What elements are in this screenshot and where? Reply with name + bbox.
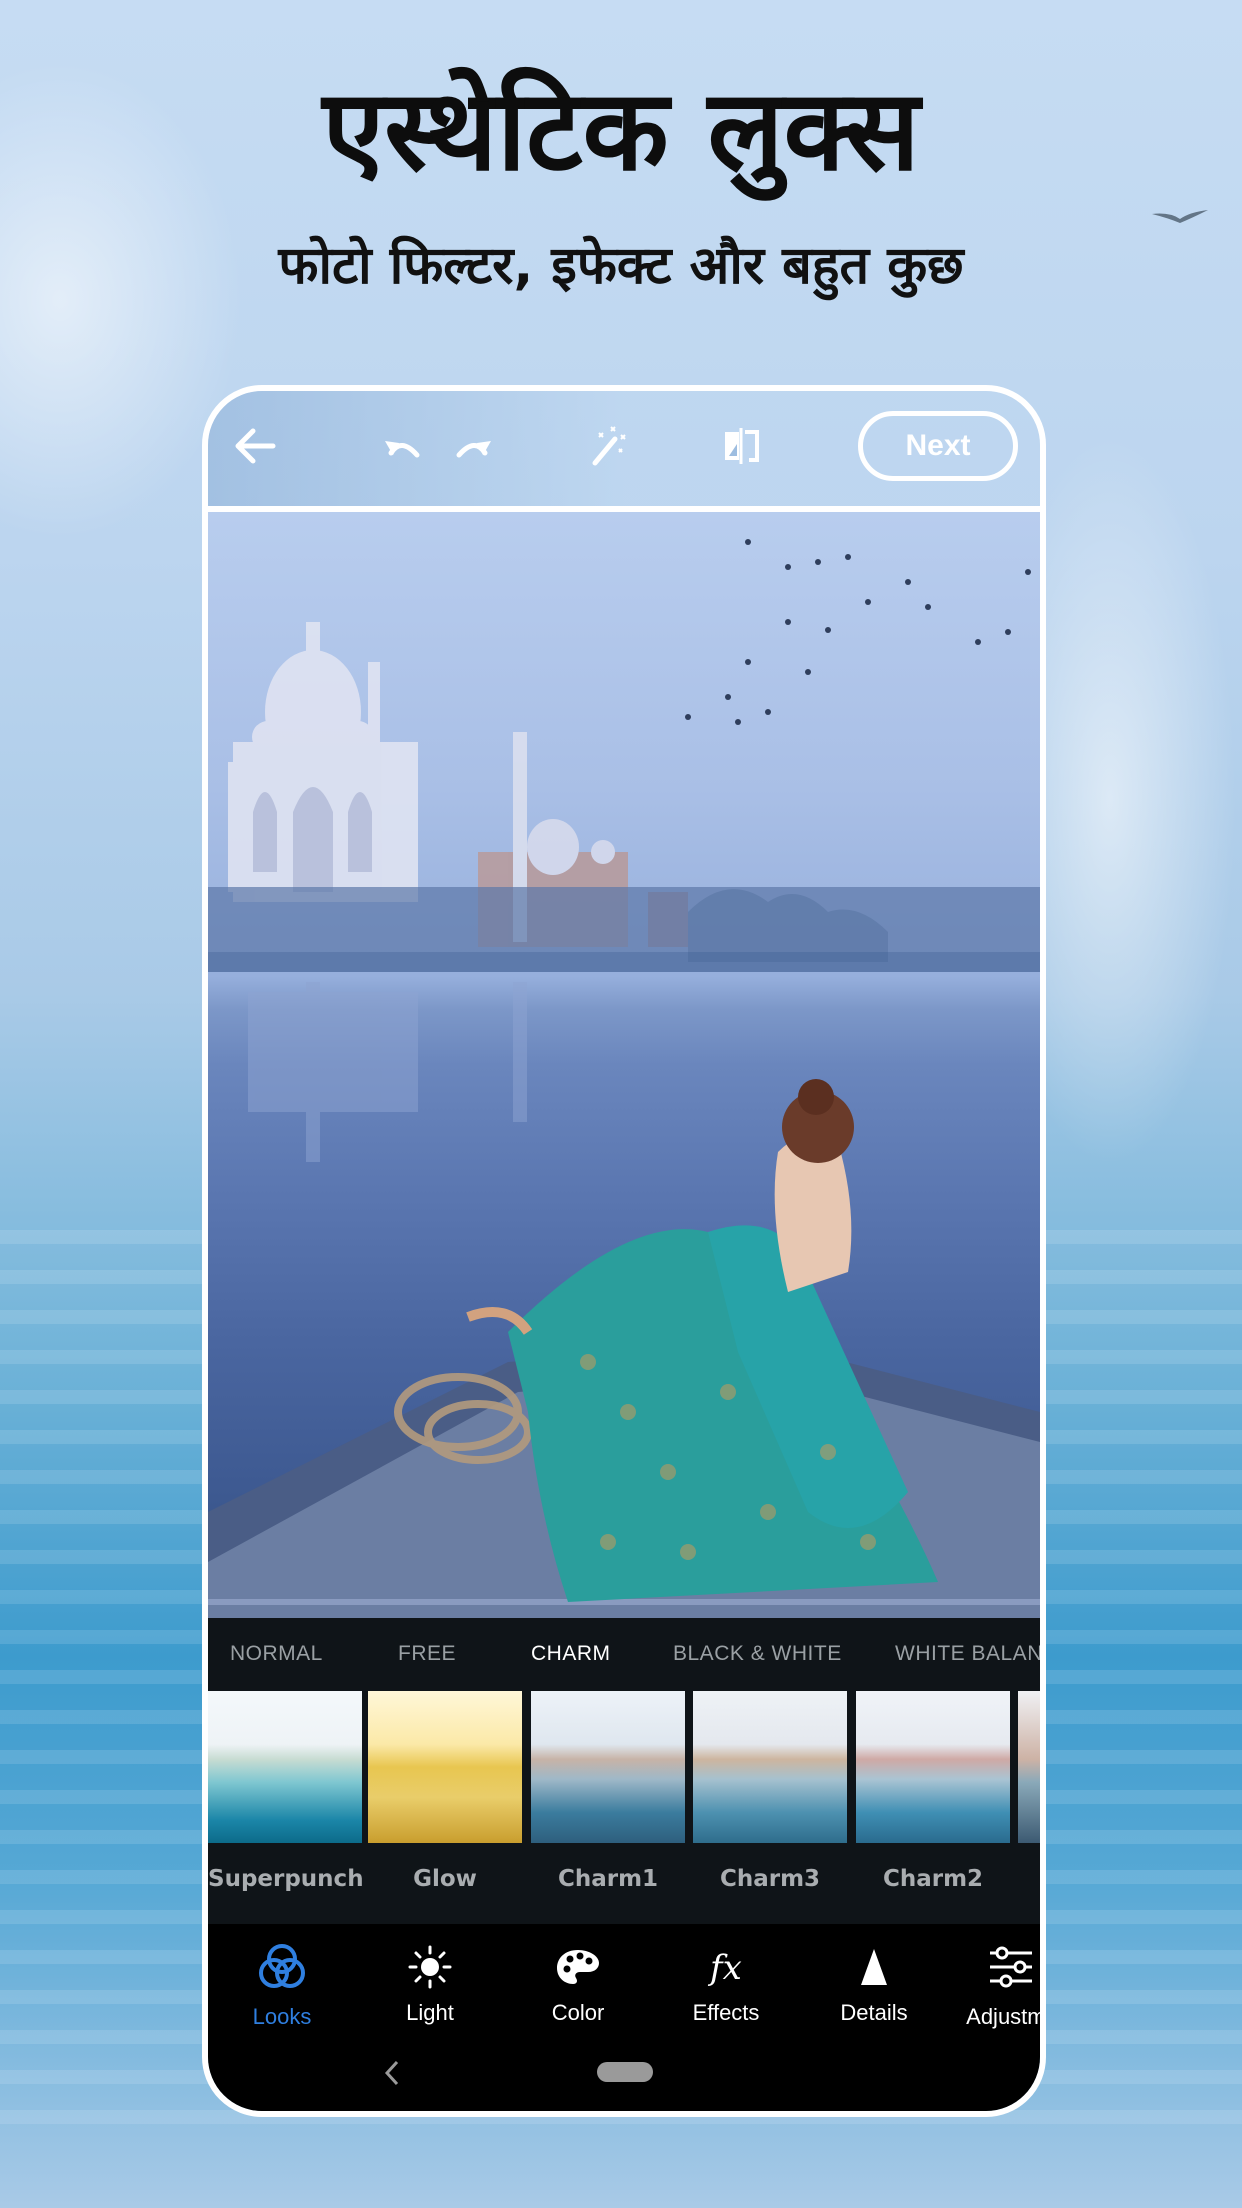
bottom-nav: Looks Light Color fx Effects Details Adj…: [208, 1924, 1040, 2111]
nav-label: Color: [551, 2000, 605, 2025]
phone-frame: Next NORMAL FREE CHARM BLACK & WHITE WHI…: [202, 385, 1046, 2117]
preset-thumbnail-charm2[interactable]: [856, 1691, 1010, 1843]
photo-canvas[interactable]: [208, 512, 1040, 1618]
system-back-icon[interactable]: [382, 2058, 402, 2088]
category-tab-white-balance[interactable]: WHITE BALAN: [895, 1642, 1040, 1666]
nav-item-light[interactable]: Light: [356, 1942, 504, 2026]
preset-thumbnail-charm1[interactable]: [531, 1691, 685, 1843]
preset-thumbnail-superpunch[interactable]: [208, 1691, 362, 1843]
preset-label: Charm1: [557, 1866, 659, 1892]
nav-item-effects[interactable]: fx Effects: [652, 1942, 800, 2026]
promo-headline: एस्थेटिक लुक्स: [322, 66, 920, 196]
preset-label: Charm2: [882, 1866, 984, 1892]
palette-icon: [504, 1942, 652, 1992]
fx-icon: fx: [652, 1942, 800, 1992]
undo-icon[interactable]: [378, 421, 428, 471]
next-button[interactable]: Next: [858, 411, 1018, 481]
preset-strip: Superpunch Glow Charm1 Charm3 Charm2: [208, 1688, 1040, 1924]
preset-label: Glow: [413, 1866, 477, 1892]
nav-label: Light: [406, 2000, 454, 2025]
preset-label: Superpunch: [208, 1866, 364, 1892]
preset-thumbnail-partial[interactable]: [1018, 1691, 1040, 1843]
nav-label: Effects: [692, 2000, 760, 2025]
sun-icon: [356, 1942, 504, 1992]
compare-icon[interactable]: [716, 421, 766, 471]
photo-illustration: [208, 539, 1040, 1618]
look-category-bar: NORMAL FREE CHARM BLACK & WHITE WHITE BA…: [208, 1618, 1040, 1688]
system-home-pill[interactable]: [597, 2062, 653, 2082]
nav-item-adjustments[interactable]: Adjustme: [938, 1942, 1046, 2030]
category-tab-free[interactable]: FREE: [398, 1642, 456, 1666]
nav-label: Adjustme: [966, 2004, 1046, 2029]
magic-wand-icon[interactable]: [586, 421, 636, 471]
preset-label: Charm3: [719, 1866, 821, 1892]
sliders-icon: [938, 1942, 1040, 1992]
nav-item-details[interactable]: Details: [800, 1942, 948, 2026]
nav-label: Looks: [252, 2004, 312, 2029]
looks-circles-icon: [208, 1942, 356, 1992]
promo-subheadline: फोटो फिल्टर, इफेक्ट और बहुत कुछ: [278, 236, 964, 296]
editor-toolbar: Next: [208, 391, 1040, 506]
category-tab-charm[interactable]: CHARM: [531, 1642, 611, 1666]
category-tab-normal[interactable]: NORMAL: [230, 1642, 323, 1666]
nav-label: Details: [840, 2000, 908, 2025]
bird-icon: [1152, 210, 1208, 223]
triangle-icon: [800, 1942, 948, 1992]
category-tab-black-white[interactable]: BLACK & WHITE: [673, 1642, 842, 1666]
preset-thumbnail-glow[interactable]: [368, 1691, 522, 1843]
redo-icon[interactable]: [448, 421, 498, 471]
svg-text:fx: fx: [707, 1948, 742, 1988]
back-arrow-icon[interactable]: [230, 421, 280, 471]
preset-thumbnail-charm3[interactable]: [693, 1691, 847, 1843]
nav-item-color[interactable]: Color: [504, 1942, 652, 2026]
nav-item-looks[interactable]: Looks: [208, 1942, 356, 2030]
